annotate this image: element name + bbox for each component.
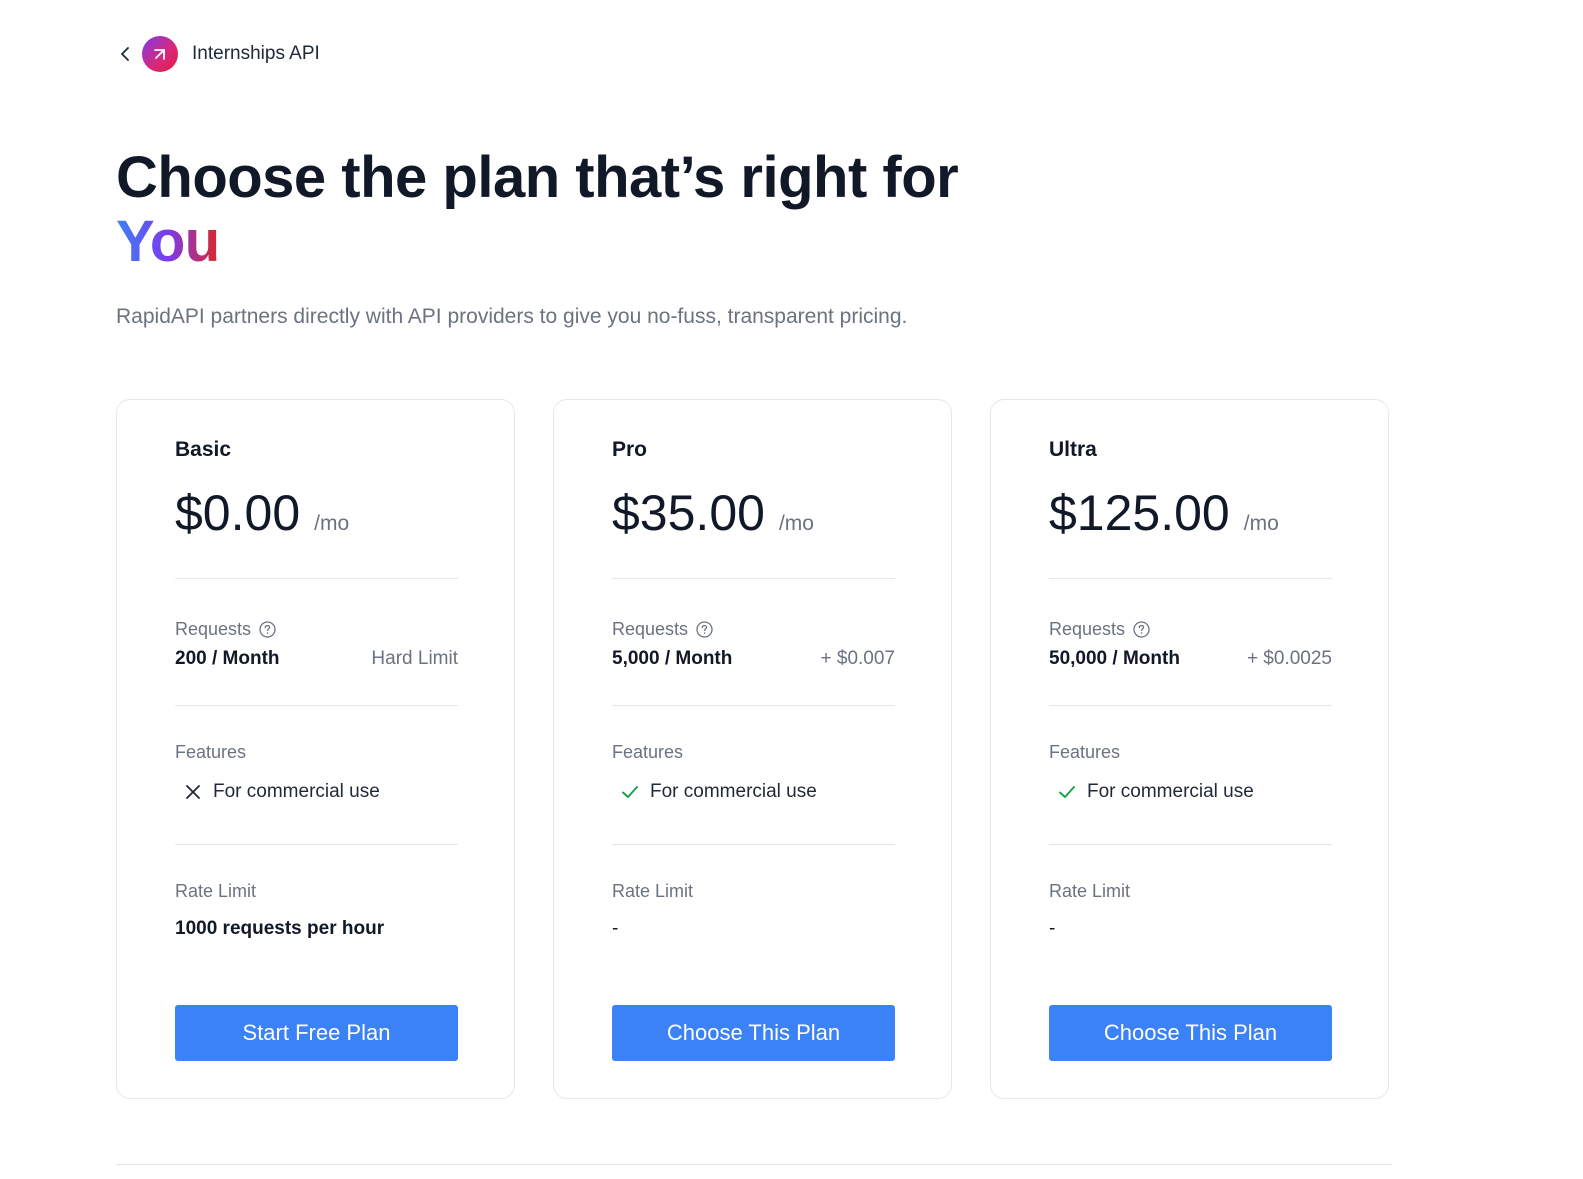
feature-item: For commercial use: [1049, 781, 1330, 803]
start-free-plan-button[interactable]: Start Free Plan: [175, 1005, 458, 1061]
plan-price: $125.00: [1049, 485, 1230, 541]
requests-quota: 5,000 / Month: [612, 648, 733, 669]
back-button[interactable]: [116, 42, 134, 66]
requests-quota: 50,000 / Month: [1049, 648, 1180, 669]
rate-limit-value: -: [612, 918, 619, 939]
plan-name: Pro: [612, 438, 648, 461]
requests-overage: + $0.0025: [1246, 648, 1332, 669]
x-icon: [183, 782, 203, 802]
features-label: Features: [1049, 742, 1121, 762]
requests-section: Requests 5,000 / Month + $0.007: [612, 579, 895, 705]
page-title-main: Choose the plan that’s right for: [116, 145, 959, 210]
requests-label: Requests: [1049, 619, 1330, 640]
pricing-cards: Basic $0.00 /mo Requests 200 / Month Har…: [116, 399, 1389, 1099]
features-section: Features For commercial use: [1049, 706, 1330, 844]
rate-limit-label: Rate Limit: [1049, 881, 1131, 901]
rate-limit-section: Rate Limit -: [1049, 845, 1330, 1001]
feature-item: For commercial use: [175, 781, 456, 803]
plan-card-ultra: Ultra $125.00 /mo Requests 50,000 / Mont…: [990, 399, 1389, 1099]
rate-limit-label: Rate Limit: [175, 881, 257, 901]
chevron-left-icon: [121, 47, 129, 61]
api-logo: [142, 36, 178, 72]
price-row: $125.00 /mo: [1049, 484, 1330, 542]
feature-item: For commercial use: [612, 781, 893, 803]
plan-card-basic: Basic $0.00 /mo Requests 200 / Month Har…: [116, 399, 515, 1099]
choose-pro-plan-button[interactable]: Choose This Plan: [612, 1005, 895, 1061]
rapidapi-arrow-icon: [154, 49, 165, 60]
page-subtitle: RapidAPI partners directly with API prov…: [116, 305, 908, 328]
requests-label: Requests: [175, 619, 456, 640]
requests-label: Requests: [612, 619, 893, 640]
requests-overage: + $0.007: [820, 648, 896, 669]
requests-row: 50,000 / Month + $0.0025: [1049, 648, 1332, 670]
help-circle-icon[interactable]: [1133, 621, 1150, 638]
top-bar: Internships API: [116, 34, 320, 74]
rate-limit-value: -: [1049, 918, 1056, 939]
features-label: Features: [175, 742, 247, 762]
help-circle-icon[interactable]: [696, 621, 713, 638]
plan-name: Basic: [175, 438, 232, 461]
price-row: $35.00 /mo: [612, 484, 893, 542]
price-row: $0.00 /mo: [175, 484, 456, 542]
section-divider: [116, 1164, 1392, 1165]
price-period: /mo: [1243, 512, 1279, 535]
feature-label: For commercial use: [650, 781, 817, 802]
plan-name: Ultra: [1049, 438, 1097, 461]
requests-label-text: Requests: [1049, 619, 1126, 639]
requests-label-text: Requests: [612, 619, 689, 639]
features-label: Features: [612, 742, 684, 762]
rate-limit-section: Rate Limit 1000 requests per hour: [175, 845, 456, 1001]
plan-price: $35.00: [612, 485, 765, 541]
feature-label: For commercial use: [1087, 781, 1254, 802]
plan-card-pro: Pro $35.00 /mo Requests 5,000 / Month + …: [553, 399, 952, 1099]
price-period: /mo: [314, 512, 350, 535]
features-section: Features For commercial use: [175, 706, 456, 844]
choose-ultra-plan-button[interactable]: Choose This Plan: [1049, 1005, 1332, 1061]
requests-section: Requests 200 / Month Hard Limit: [175, 579, 458, 705]
requests-overage: Hard Limit: [371, 648, 458, 669]
rate-limit-label: Rate Limit: [612, 881, 694, 901]
rate-limit-section: Rate Limit -: [612, 845, 893, 1001]
requests-quota: 200 / Month: [175, 648, 280, 669]
features-section: Features For commercial use: [612, 706, 893, 844]
help-circle-icon[interactable]: [259, 621, 276, 638]
rate-limit-value: 1000 requests per hour: [175, 918, 385, 939]
plan-price: $0.00: [175, 485, 301, 541]
feature-label: For commercial use: [213, 781, 380, 802]
price-period: /mo: [778, 512, 814, 535]
requests-label-text: Requests: [175, 619, 252, 639]
requests-row: 5,000 / Month + $0.007: [612, 648, 895, 670]
requests-row: 200 / Month Hard Limit: [175, 648, 458, 670]
check-icon: [620, 782, 640, 802]
requests-section: Requests 50,000 / Month + $0.0025: [1049, 579, 1332, 705]
check-icon: [1057, 782, 1077, 802]
page-title-highlight: You: [116, 209, 220, 274]
page-title: Choose the plan that’s right for You: [116, 146, 1016, 274]
api-name[interactable]: Internships API: [192, 43, 320, 65]
